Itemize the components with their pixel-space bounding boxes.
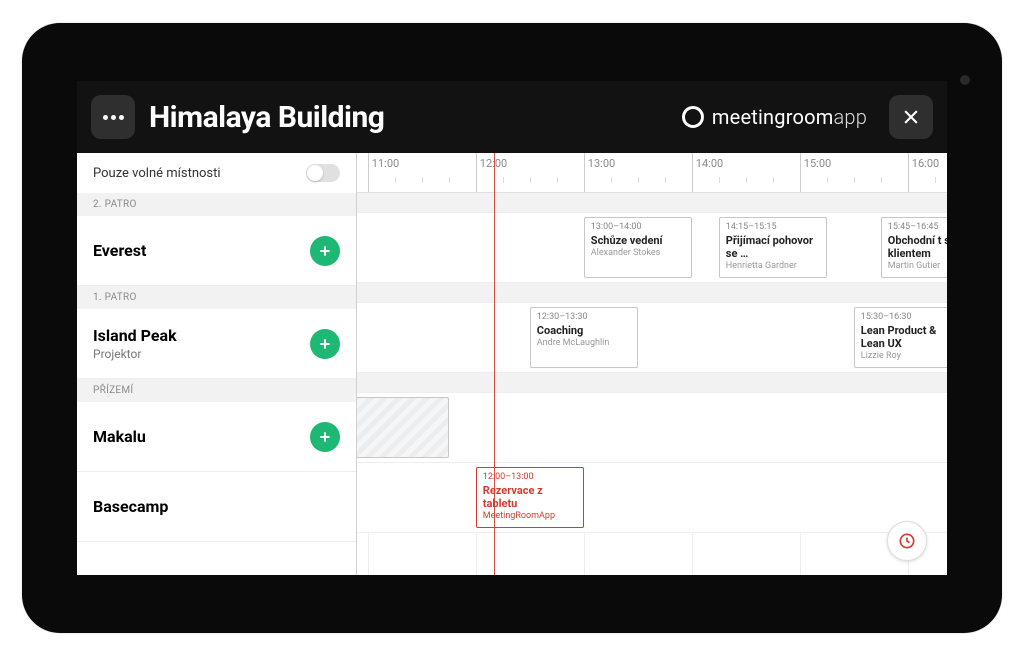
room-name: Everest	[93, 241, 146, 260]
event-block[interactable]: 13:00–14:00Schůze vedeníAlexander Stokes	[584, 217, 692, 278]
close-button[interactable]	[889, 95, 933, 139]
lane-floor-0	[357, 373, 947, 393]
lane-everest[interactable]: 13:00–14:00Schůze vedeníAlexander Stokes…	[357, 213, 947, 283]
brand-icon	[682, 106, 704, 128]
event-block[interactable]: 12:00–13:00Rezervace z tabletuMeetingRoo…	[476, 467, 584, 528]
filter-label: Pouze volné místnosti	[93, 166, 221, 181]
timeline[interactable]: 11:0012:0013:0014:0015:0016:00 13:00–14:…	[357, 153, 947, 575]
lane-floor-2	[357, 193, 947, 213]
add-booking-button[interactable]	[310, 236, 340, 266]
add-booking-button[interactable]	[310, 422, 340, 452]
room-row-island-peak[interactable]: Island Peak Projektor	[77, 309, 356, 379]
event-block[interactable]: 15:45–16:45Obchodní t s klientemMartin G…	[881, 217, 947, 278]
lane-floor-1	[357, 283, 947, 303]
event-block[interactable]: 0–11:45sign WorkshopGoofy	[357, 397, 449, 458]
topbar: Himalaya Building meetingroomapp	[77, 81, 947, 153]
sidebar: Pouze volné místnosti 2. PATRO Everest 1…	[77, 153, 357, 575]
plus-icon	[317, 429, 333, 445]
time-header: 11:0012:0013:0014:0015:0016:00	[357, 153, 947, 193]
room-name: Makalu	[93, 427, 146, 446]
lane-makalu[interactable]: 0–11:45sign WorkshopGoofy	[357, 393, 947, 463]
event-block[interactable]: 14:15–15:15Přijímací pohovor se …Henriet…	[719, 217, 827, 278]
plus-icon	[317, 243, 333, 259]
filter-row: Pouze volné místnosti	[77, 153, 356, 193]
jump-to-now-button[interactable]	[887, 521, 927, 561]
free-rooms-toggle[interactable]	[306, 164, 340, 182]
room-row-basecamp[interactable]: Basecamp	[77, 472, 356, 542]
camera-dot	[960, 75, 970, 85]
lane-island[interactable]: 12:30–13:30CoachingAndre McLaughlin 15:30…	[357, 303, 947, 373]
floor-header-0: PŘÍZEMÍ	[77, 379, 356, 402]
app-screen: Himalaya Building meetingroomapp Pouze v…	[77, 81, 947, 575]
event-block[interactable]: 12:30–13:30CoachingAndre McLaughlin	[530, 307, 638, 368]
brand-main: meetingroom	[712, 105, 834, 129]
brand-logo: meetingroomapp	[682, 105, 867, 129]
content-body: Pouze volné místnosti 2. PATRO Everest 1…	[77, 153, 947, 575]
plus-icon	[317, 336, 333, 352]
tablet-frame: Himalaya Building meetingroomapp Pouze v…	[22, 23, 1002, 633]
room-subtitle: Projektor	[93, 347, 177, 361]
add-booking-button[interactable]	[310, 329, 340, 359]
clock-icon	[897, 531, 917, 551]
room-name: Island Peak	[93, 326, 177, 345]
floor-header-1: 1. PATRO	[77, 286, 356, 309]
lane-basecamp[interactable]: 12:00–13:00Rezervace z tabletuMeetingRoo…	[357, 463, 947, 533]
menu-button[interactable]	[91, 95, 135, 139]
floor-header-2: 2. PATRO	[77, 193, 356, 216]
event-block[interactable]: 15:30–16:30Lean Product & Lean UXLizzie …	[854, 307, 947, 368]
room-name: Basecamp	[93, 497, 168, 516]
room-row-everest[interactable]: Everest	[77, 216, 356, 286]
close-icon	[901, 107, 921, 127]
room-row-makalu[interactable]: Makalu	[77, 402, 356, 472]
brand-suffix: app	[833, 105, 867, 129]
page-title: Himalaya Building	[149, 100, 384, 135]
now-line	[494, 153, 495, 575]
